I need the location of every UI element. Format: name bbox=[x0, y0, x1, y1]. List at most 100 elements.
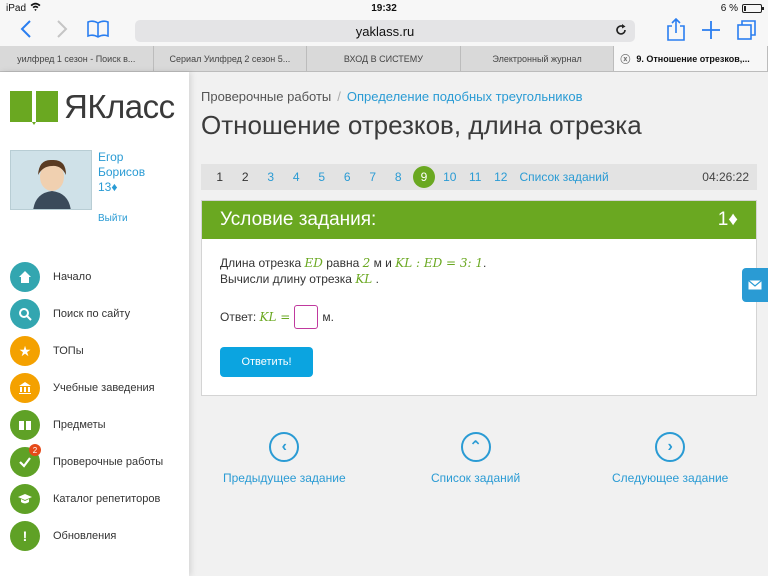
browser-tab-label: уилфред 1 сезон - Поиск в... bbox=[17, 53, 136, 64]
task-number[interactable]: 11 bbox=[463, 170, 489, 184]
task-line-1: Длина отрезка ED равна 2 м и KL : ED = 3… bbox=[220, 255, 738, 271]
books-icon bbox=[10, 410, 40, 440]
task-header-title: Условие задания: bbox=[220, 209, 377, 230]
answer-input[interactable] bbox=[294, 305, 319, 329]
task-number-current[interactable]: 9 bbox=[413, 166, 435, 188]
breadcrumb-root[interactable]: Проверочные работы bbox=[201, 89, 331, 104]
math-segment: ED bbox=[304, 256, 323, 270]
sidebar-item-label: Предметы bbox=[53, 419, 106, 431]
chevron-left-icon: ‹ bbox=[269, 432, 300, 462]
task-number[interactable]: 4 bbox=[284, 170, 310, 184]
answer-label: Ответ: bbox=[220, 310, 257, 324]
task-number[interactable]: 7 bbox=[360, 170, 386, 184]
url-text: yaklass.ru bbox=[355, 23, 415, 39]
breadcrumb-link[interactable]: Определение подобных треугольников bbox=[347, 89, 583, 104]
chevron-right-icon: › bbox=[655, 432, 686, 462]
next-task-label: Следующее задание bbox=[612, 471, 729, 485]
browser-tab[interactable]: уилфред 1 сезон - Поиск в... bbox=[0, 46, 154, 71]
sidebar-item-tests[interactable]: 2 Проверочные работы bbox=[10, 444, 163, 477]
task-text: Длина отрезка bbox=[220, 256, 302, 270]
user-first-name[interactable]: Егор bbox=[98, 150, 145, 165]
submit-button[interactable]: Ответить! bbox=[220, 347, 313, 377]
sidebar-item-label: Начало bbox=[53, 271, 92, 283]
tabs-overview-icon[interactable] bbox=[736, 18, 758, 47]
feedback-tab[interactable] bbox=[742, 268, 768, 302]
task-text: . bbox=[375, 272, 379, 286]
reload-icon[interactable] bbox=[615, 23, 627, 39]
sidebar-item-updates[interactable]: ! Обновления bbox=[10, 521, 163, 551]
avatar[interactable] bbox=[10, 150, 92, 210]
task-number[interactable]: 5 bbox=[309, 170, 335, 184]
task-number[interactable]: 12 bbox=[488, 170, 514, 184]
site-logo[interactable]: ЯКласс bbox=[10, 88, 175, 126]
battery-label: 6 % bbox=[720, 2, 738, 14]
browser-tab[interactable]: Сериал Уилфред 2 сезон 5... bbox=[154, 46, 308, 71]
share-icon[interactable] bbox=[666, 17, 686, 47]
answer-unit: м. bbox=[322, 310, 334, 324]
browser-tab-label: ВХОД В СИСТЕМУ bbox=[343, 53, 424, 64]
sidebar-item-label: Поиск по сайту bbox=[53, 308, 131, 320]
sidebar-item-tops[interactable]: ★ ТОПы bbox=[10, 336, 163, 366]
bookmarks-button[interactable] bbox=[80, 18, 116, 44]
browser-tab[interactable]: ВХОД В СИСТЕМУ bbox=[307, 46, 461, 71]
address-bar[interactable]: yaklass.ru bbox=[135, 20, 635, 42]
book-icon bbox=[87, 20, 109, 38]
task-number[interactable]: 1 bbox=[207, 170, 233, 184]
forward-button[interactable] bbox=[44, 18, 80, 44]
sidebar: ЯКласс Егор Борисов 13♦ Выйти Начало Пои… bbox=[0, 72, 189, 576]
task-list-link[interactable]: Список заданий bbox=[520, 170, 609, 184]
user-profile: Егор Борисов 13♦ Выйти bbox=[10, 150, 145, 226]
search-icon bbox=[10, 299, 40, 329]
next-task-button[interactable]: › Следующее задание bbox=[612, 432, 728, 485]
battery-icon bbox=[742, 3, 764, 13]
star-icon: ★ bbox=[10, 336, 40, 366]
task-body: Длина отрезка ED равна 2 м и KL : ED = 3… bbox=[202, 239, 756, 393]
new-tab-icon[interactable] bbox=[700, 18, 722, 47]
sidebar-item-subjects[interactable]: Предметы bbox=[10, 410, 163, 440]
prev-task-label: Предыдущее задание bbox=[223, 471, 346, 485]
sidebar-item-label: ТОПы bbox=[53, 345, 84, 357]
back-button[interactable] bbox=[8, 18, 44, 44]
task-line-2: Вычисли длину отрезка KL . bbox=[220, 271, 738, 287]
device-label: iPad bbox=[6, 2, 27, 14]
task-list-button[interactable]: ⌃ Список заданий bbox=[431, 432, 520, 485]
task-text: Вычисли длину отрезка bbox=[220, 272, 352, 286]
sidebar-item-search[interactable]: Поиск по сайту bbox=[10, 299, 163, 329]
main-content: Проверочные работы / Определение подобных … bbox=[189, 72, 768, 576]
breadcrumb: Проверочные работы / Определение подобных … bbox=[201, 89, 583, 104]
task-list-label: Список заданий bbox=[431, 471, 521, 485]
page-content: ЯКласс Егор Борисов 13♦ Выйти Начало Пои… bbox=[0, 72, 768, 576]
task-number[interactable]: 8 bbox=[386, 170, 412, 184]
breadcrumb-separator: / bbox=[337, 89, 341, 104]
wifi-icon bbox=[30, 2, 41, 14]
logo-text: ЯКласс bbox=[64, 88, 175, 125]
sidebar-item-tutors[interactable]: Каталог репетиторов bbox=[10, 484, 163, 514]
sidebar-item-home[interactable]: Начало bbox=[10, 262, 163, 292]
task-number[interactable]: 2 bbox=[233, 170, 259, 184]
browser-toolbar: yaklass.ru bbox=[0, 16, 768, 46]
task-number[interactable]: 6 bbox=[335, 170, 361, 184]
sidebar-item-schools[interactable]: Учебные заведения bbox=[10, 373, 163, 403]
task-number[interactable]: 10 bbox=[437, 170, 463, 184]
chevron-left-icon bbox=[20, 20, 31, 38]
task-number[interactable]: 3 bbox=[258, 170, 284, 184]
prev-task-button[interactable]: ‹ Предыдущее задание bbox=[223, 432, 346, 485]
status-time: 19:32 bbox=[371, 2, 397, 14]
task-header: Условие задания: 1♦ bbox=[202, 201, 756, 239]
sidebar-item-label: Обновления bbox=[53, 530, 117, 542]
browser-tab[interactable]: Электронный журнал bbox=[461, 46, 615, 71]
exclamation-icon: ! bbox=[10, 521, 40, 551]
user-points: 13♦ bbox=[98, 180, 118, 194]
user-last-name[interactable]: Борисов bbox=[98, 165, 145, 180]
home-icon bbox=[10, 262, 40, 292]
sidebar-item-label: Учебные заведения bbox=[53, 382, 155, 394]
browser-tab-label: Сериал Уилфред 2 сезон 5... bbox=[169, 53, 291, 64]
logout-link[interactable]: Выйти bbox=[98, 211, 145, 226]
page-title: Отношение отрезков, длина отрезка bbox=[201, 110, 642, 140]
browser-tab-active[interactable]: ⓧ 9. Отношение отрезков,... bbox=[614, 46, 768, 71]
task-text: м и bbox=[373, 256, 392, 270]
task-points: 1♦ bbox=[717, 209, 738, 230]
close-tab-icon[interactable]: ⓧ bbox=[620, 51, 630, 66]
bottom-navigation: ‹ Предыдущее задание ⌃ Список заданий › … bbox=[201, 432, 757, 492]
task-navigation: 1 2 3 4 5 6 7 8 9 10 11 12 Список задани… bbox=[201, 164, 757, 190]
